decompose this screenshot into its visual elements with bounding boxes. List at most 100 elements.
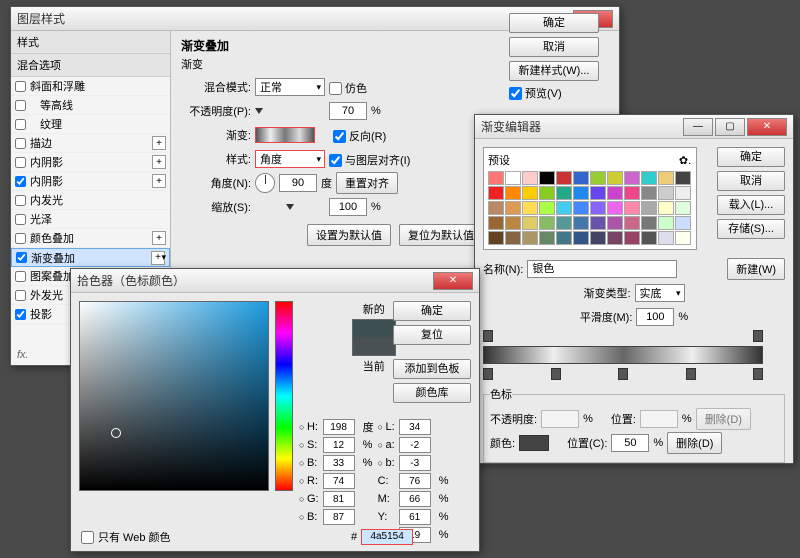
hue-slider[interactable]: [275, 301, 293, 491]
h-input[interactable]: [323, 419, 355, 435]
preset-swatch[interactable]: [641, 186, 657, 200]
add-swatch-button[interactable]: 添加到色板: [393, 359, 471, 379]
blend-header[interactable]: 混合选项: [11, 54, 170, 77]
preset-grid[interactable]: [488, 171, 692, 245]
color-stop[interactable]: [483, 368, 493, 380]
preset-swatch[interactable]: [590, 201, 606, 215]
load-button[interactable]: 载入(L)...: [717, 195, 785, 215]
preset-swatch[interactable]: [488, 171, 504, 185]
name-input[interactable]: 银色: [527, 260, 677, 278]
style-row-6[interactable]: 内发光: [11, 191, 170, 210]
style-checkbox[interactable]: [15, 119, 26, 130]
stop-opacity-input[interactable]: [541, 410, 579, 428]
gradient-preview[interactable]: [255, 127, 315, 143]
reset-button[interactable]: 复位: [393, 325, 471, 345]
save-button[interactable]: 存储(S)...: [717, 219, 785, 239]
style-checkbox[interactable]: [15, 195, 26, 206]
lab-b-label[interactable]: b:: [378, 457, 395, 469]
gradient-slider[interactable]: [483, 346, 763, 364]
preset-swatch[interactable]: [556, 171, 572, 185]
preset-swatch[interactable]: [641, 201, 657, 215]
style-row-5[interactable]: 内阴影+: [11, 172, 170, 191]
preset-swatch[interactable]: [573, 186, 589, 200]
preset-swatch[interactable]: [641, 231, 657, 245]
preset-swatch[interactable]: [590, 186, 606, 200]
hex-input[interactable]: 4a5154: [361, 529, 413, 545]
b-label[interactable]: B:: [299, 457, 319, 469]
style-checkbox[interactable]: [15, 233, 26, 244]
preset-swatch[interactable]: [624, 201, 640, 215]
new-button[interactable]: 新建(W): [727, 258, 785, 280]
reverse-checkbox[interactable]: [333, 130, 346, 143]
y-input[interactable]: [399, 509, 431, 525]
style-row-1[interactable]: 等高线: [11, 96, 170, 115]
preset-swatch[interactable]: [505, 171, 521, 185]
saturation-box[interactable]: [79, 301, 269, 491]
plus-icon[interactable]: +: [152, 155, 166, 169]
preset-swatch[interactable]: [624, 171, 640, 185]
opacity-stop[interactable]: [483, 330, 493, 342]
maximize-icon[interactable]: ▢: [715, 118, 745, 136]
style-row-8[interactable]: 颜色叠加+: [11, 229, 170, 248]
preset-swatch[interactable]: [624, 216, 640, 230]
style-checkbox[interactable]: [15, 157, 26, 168]
style-checkbox[interactable]: [15, 214, 26, 225]
preset-swatch[interactable]: [573, 171, 589, 185]
preset-swatch[interactable]: [607, 216, 623, 230]
color-swatch[interactable]: [519, 435, 549, 451]
style-checkbox[interactable]: [15, 138, 26, 149]
preset-swatch[interactable]: [675, 186, 691, 200]
web-only-checkbox[interactable]: [81, 531, 94, 544]
gear-icon[interactable]: ✿.: [678, 153, 692, 167]
preset-swatch[interactable]: [607, 231, 623, 245]
style-row-0[interactable]: 斜面和浮雕: [11, 77, 170, 96]
plus-icon[interactable]: +: [152, 174, 166, 188]
styles-header[interactable]: 样式: [11, 31, 170, 54]
style-checkbox[interactable]: [15, 290, 26, 301]
preset-swatch[interactable]: [675, 171, 691, 185]
preset-swatch[interactable]: [522, 216, 538, 230]
preset-swatch[interactable]: [675, 216, 691, 230]
a-input[interactable]: [399, 437, 431, 453]
s-label[interactable]: S:: [299, 439, 319, 451]
style-row-9[interactable]: 渐变叠加+: [11, 248, 170, 267]
preset-swatch[interactable]: [488, 201, 504, 215]
preview-checkbox[interactable]: [509, 87, 522, 100]
minimize-icon[interactable]: —: [683, 118, 713, 136]
preset-swatch[interactable]: [641, 216, 657, 230]
preset-swatch[interactable]: [607, 201, 623, 215]
bl-input[interactable]: [323, 509, 355, 525]
opacity-stop[interactable]: [753, 330, 763, 342]
angle-dial[interactable]: [255, 173, 275, 193]
angle-input[interactable]: 90: [279, 174, 317, 192]
preset-swatch[interactable]: [590, 171, 606, 185]
style-row-7[interactable]: 光泽: [11, 210, 170, 229]
h-label[interactable]: H:: [299, 421, 319, 433]
preset-swatch[interactable]: [658, 171, 674, 185]
style-checkbox[interactable]: [15, 271, 26, 282]
plus-icon[interactable]: +: [152, 136, 166, 150]
color-stop[interactable]: [551, 368, 561, 380]
preset-swatch[interactable]: [522, 201, 538, 215]
color-stop[interactable]: [618, 368, 628, 380]
preset-swatch[interactable]: [624, 231, 640, 245]
reset-align-button[interactable]: 重置对齐: [336, 172, 398, 194]
close-icon[interactable]: ✕: [747, 118, 787, 136]
l-input[interactable]: [399, 419, 431, 435]
preset-swatch[interactable]: [539, 231, 555, 245]
l-label[interactable]: L:: [378, 421, 395, 433]
r-input[interactable]: [323, 473, 355, 489]
slider-thumb-icon[interactable]: [286, 204, 294, 210]
stop-position-c-input[interactable]: 50: [611, 434, 649, 452]
preset-swatch[interactable]: [505, 201, 521, 215]
style-checkbox[interactable]: [15, 100, 26, 111]
preset-swatch[interactable]: [505, 186, 521, 200]
cancel-button[interactable]: 取消: [717, 171, 785, 191]
preset-swatch[interactable]: [539, 201, 555, 215]
delete-stop-button[interactable]: 删除(D): [667, 432, 722, 454]
m-input[interactable]: [399, 491, 431, 507]
r-label[interactable]: R:: [299, 475, 319, 487]
g-label[interactable]: G:: [299, 493, 319, 505]
g-input[interactable]: [323, 491, 355, 507]
style-checkbox[interactable]: [15, 81, 26, 92]
